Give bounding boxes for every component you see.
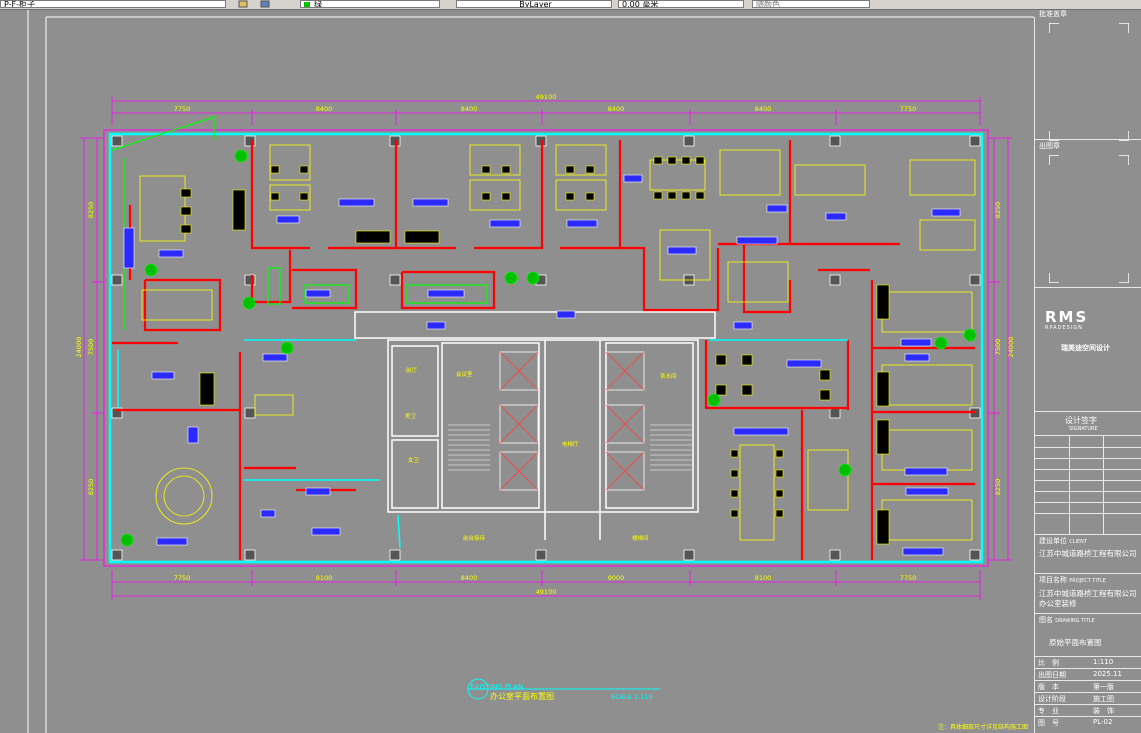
color-swatch-icon — [304, 2, 310, 7]
dim-bottom-4: 9000 — [608, 574, 625, 582]
sheet-caption: EXISTING PLAN — [470, 683, 524, 691]
dim-left-2: 7500 — [87, 339, 95, 356]
signature-heading: 设计签字 — [1065, 416, 1097, 425]
layer-previous-icon[interactable] — [260, 0, 270, 8]
dim-bottom-1: 7750 — [174, 574, 191, 582]
dimension-top — [111, 97, 981, 125]
dim-right-3: 8250 — [994, 479, 1002, 496]
sheet-title: 办公室平面布置图 — [490, 692, 554, 701]
approve-stamp-frame — [1049, 23, 1129, 141]
linetype-dropdown[interactable]: ByLayer — [456, 0, 612, 8]
meta-number-row: 图 号 PL-02 — [1035, 716, 1141, 728]
dim-right-total: 24000 — [1007, 337, 1015, 358]
issue-stamp-frame — [1049, 155, 1129, 283]
sheet-note: 注：具体细部尺寸详见结构施工图 — [938, 724, 1029, 731]
dim-bottom-3: 8400 — [461, 574, 478, 582]
issue-stamp-label: 出图章 — [1039, 142, 1060, 150]
room-label-lobby: 前厅 — [406, 366, 418, 374]
approve-stamp-label: 批准盖章 — [1039, 10, 1067, 18]
dim-right-2: 7500 — [994, 339, 1002, 356]
client-label: 建设单位 CLIENT — [1039, 537, 1087, 545]
layer-dropdown[interactable]: P-F-柜子 — [0, 0, 226, 8]
dim-left-total: 24000 — [75, 337, 83, 358]
project-label: 项目名称 PROJECT TITLE — [1039, 576, 1106, 584]
company-logo: RMS — [1045, 308, 1089, 326]
plotstyle-dropdown[interactable]: 随颜色 — [752, 0, 870, 8]
lineweight-dropdown[interactable]: 0.00 毫米 — [618, 0, 744, 8]
dim-top-6: 7750 — [900, 105, 917, 113]
dim-top-3: 8400 — [461, 105, 478, 113]
room-label-pantry: 茶水间 — [660, 372, 677, 380]
room-label-elevator-hall: 电梯厅 — [562, 440, 579, 448]
layer-state-icon[interactable] — [238, 0, 248, 8]
core-walls — [354, 311, 716, 540]
layer-dropdown-value: P-F-柜子 — [4, 0, 36, 8]
meta-scale-row: 比 例 1:110 — [1035, 656, 1141, 668]
company-brand-cn: 瑞美迪空间设计 — [1061, 344, 1110, 352]
drawing-name: 原始平面布置图 — [1049, 638, 1102, 647]
elevators — [499, 351, 645, 491]
room-label-reception: 前台接待 — [463, 534, 486, 542]
dim-top-total: 49100 — [536, 93, 557, 101]
dim-top-4: 8400 — [608, 105, 625, 113]
dim-top-5: 8400 — [755, 105, 772, 113]
dim-bottom-5: 8100 — [755, 574, 772, 582]
drawing-canvas[interactable]: 49100 7750 8400 8400 8400 8400 7750 7750… — [0, 10, 1141, 733]
meta-stage-row: 设计阶段 施工图 — [1035, 692, 1141, 704]
glass-partitions — [117, 339, 848, 549]
room-label-stair: 楼梯间 — [632, 534, 649, 542]
linetype-dropdown-value: ByLayer — [519, 0, 552, 8]
dim-bottom-2: 8100 — [316, 574, 333, 582]
plotstyle-dropdown-value: 随颜色 — [756, 0, 780, 8]
color-dropdown[interactable]: 绿 — [300, 0, 440, 8]
drawing-label: 图名 DRAWING TITLE — [1039, 616, 1095, 624]
lineweight-dropdown-value: 0.00 毫米 — [622, 0, 659, 8]
signature-grid — [1035, 436, 1141, 534]
signature-heading-en: SIGNATURE — [1069, 426, 1098, 432]
title-block: 批准盖章 出图章 RMS RPADESIGN 瑞美迪空间设计 设计签字 SIGN… — [1034, 10, 1141, 733]
green-lines — [111, 116, 488, 330]
client-name: 江苏中城道路桥工程有限公司 — [1039, 549, 1137, 558]
sheet-scale: SCALE 1:110 — [611, 693, 653, 701]
dim-top-1: 7750 — [174, 105, 191, 113]
dim-bottom-total: 49100 — [536, 588, 557, 596]
room-label-womens-wc: 女卫 — [408, 456, 420, 464]
meta-version-row: 版 本第一版 — [1035, 680, 1141, 692]
dim-bottom-6: 7750 — [900, 574, 917, 582]
meta-major-row: 专 业装 饰 — [1035, 704, 1141, 716]
project-name: 江苏中城道路桥工程有限公司办公室装修 — [1039, 589, 1137, 608]
color-dropdown-value: 绿 — [314, 0, 322, 8]
dim-right-1: 8250 — [994, 202, 1002, 219]
room-label-meeting: 会议室 — [456, 370, 473, 378]
room-label-mens-wc: 男卫 — [405, 413, 417, 420]
company-logo-sub: RPADESIGN — [1045, 325, 1083, 331]
dim-left-3: 8250 — [87, 479, 95, 496]
property-toolbar: P-F-柜子 绿 ByLayer 0.00 毫米 随颜色 — [0, 0, 1141, 10]
dim-left-1: 8250 — [87, 202, 95, 219]
meta-date-row: 出图日期 2025.11 — [1035, 668, 1141, 680]
dim-top-2: 8400 — [316, 105, 333, 113]
